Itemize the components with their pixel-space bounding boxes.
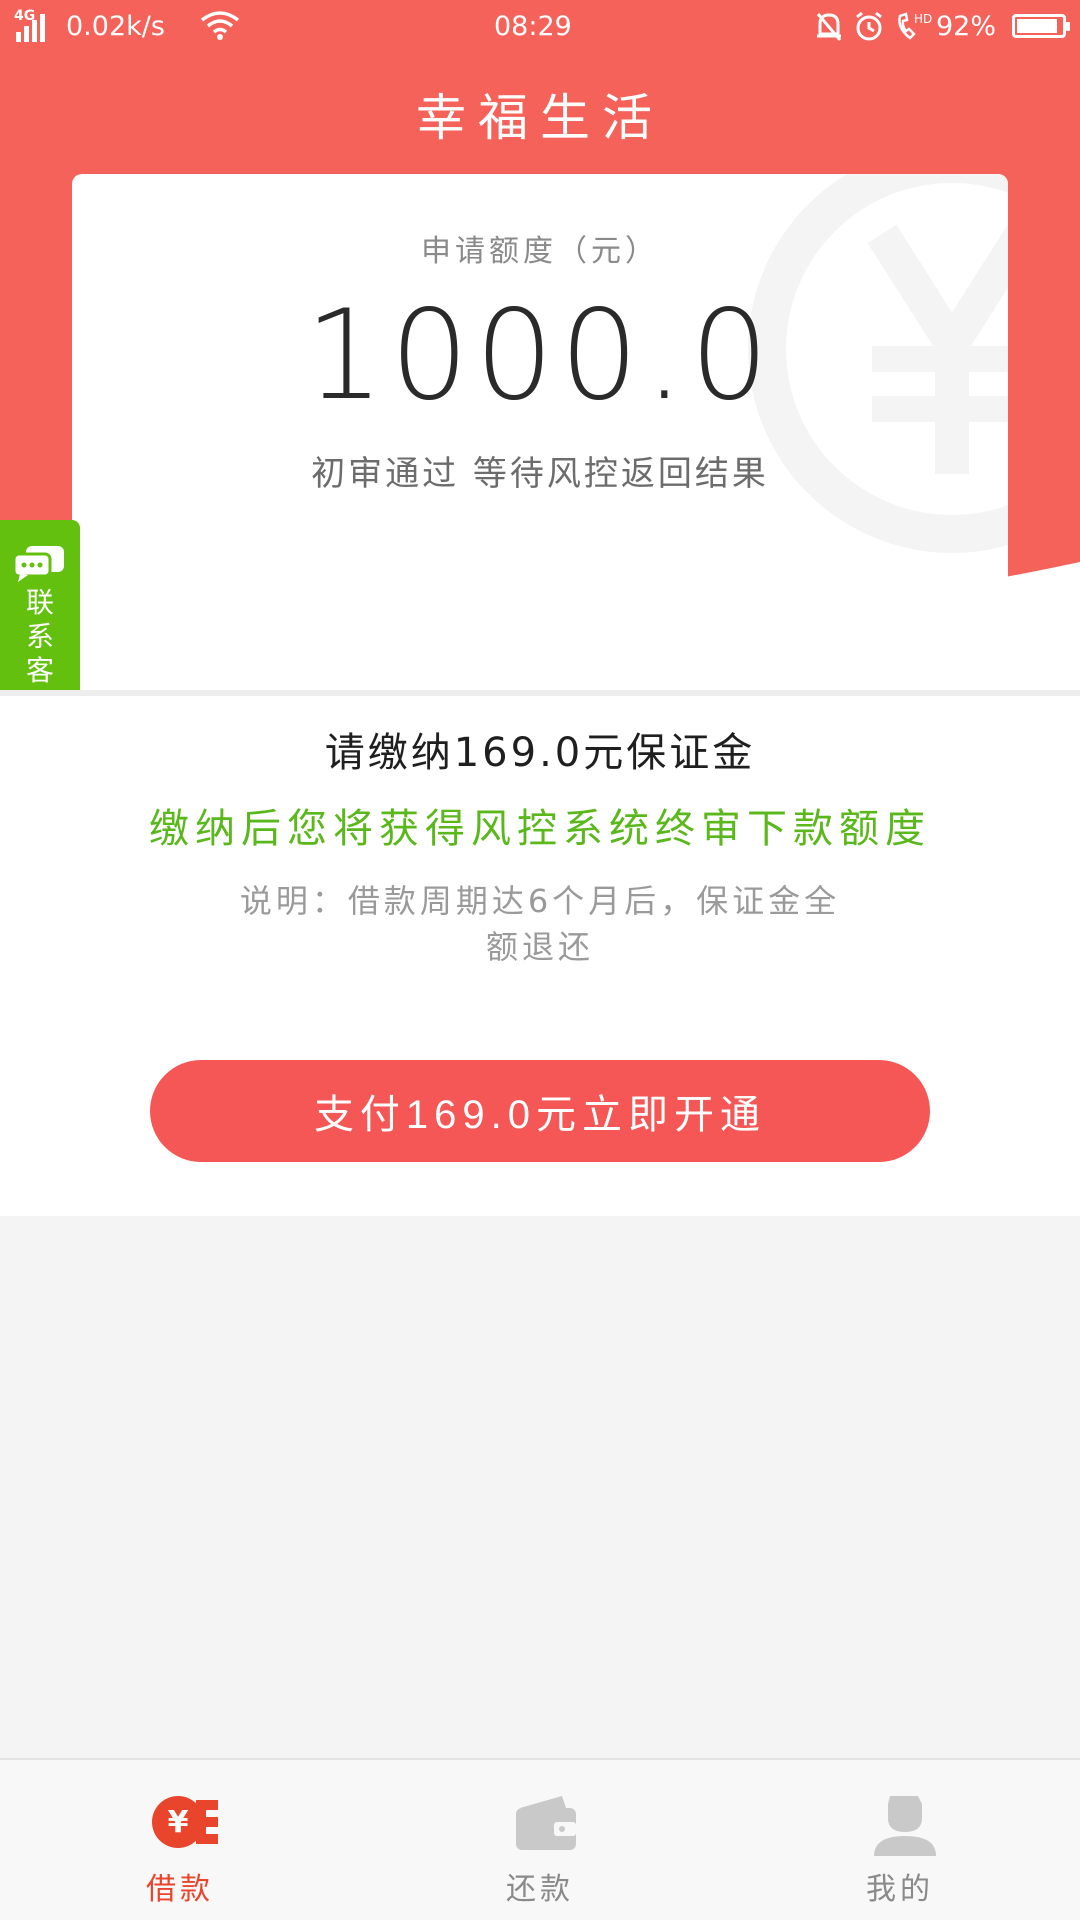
- battery-percent: 92%: [936, 11, 997, 42]
- bottom-tab-bar: ¥ 借款 还款 我的: [0, 1758, 1080, 1920]
- tab-mine[interactable]: 我的: [720, 1760, 1080, 1920]
- battery-level-fill: [1017, 19, 1057, 33]
- svg-text:HD: HD: [914, 12, 932, 26]
- signal-icon: 4G: [14, 8, 58, 42]
- status-bar: 4G 0.02k/s 08:29 HD 92%: [0, 0, 1080, 54]
- user-icon: [874, 1796, 936, 1856]
- yuan-loan-icon: ¥: [152, 1796, 218, 1848]
- svg-text:¥: ¥: [168, 1805, 189, 1840]
- deposit-benefit: 缴纳后您将获得风控系统终审下款额度: [149, 806, 931, 852]
- amount-label: 申请额度（元）: [421, 234, 659, 269]
- bell-mute-icon: [816, 13, 842, 41]
- deposit-title: 请缴纳169.0元保证金: [324, 730, 756, 776]
- pay-button[interactable]: 支付169.0元立即开通: [150, 1060, 930, 1162]
- network-speed: 0.02k/s: [66, 11, 165, 42]
- chat-icon: [12, 546, 64, 582]
- wallet-icon: [516, 1796, 576, 1850]
- header-hero: 4G 0.02k/s 08:29 HD 92% 幸福生活 申请额度（元） 100…: [0, 0, 1080, 690]
- wave-divider: [0, 562, 1080, 690]
- hd-call-icon: HD: [898, 12, 932, 40]
- tab-repay[interactable]: 还款: [360, 1760, 720, 1920]
- tab-loan-label: 借款: [146, 1872, 214, 1907]
- status-icons: HD: [814, 10, 938, 42]
- deposit-section: 请缴纳169.0元保证金 缴纳后您将获得风控系统终审下款额度 说明：借款周期达6…: [0, 690, 1080, 1216]
- deposit-note: 说明：借款周期达6个月后，保证金全额退还: [239, 882, 841, 966]
- battery-icon: [1012, 14, 1070, 38]
- app-title: 幸福生活: [416, 89, 664, 147]
- wifi-icon: [200, 11, 240, 40]
- tab-mine-label: 我的: [866, 1872, 934, 1907]
- amount-value: 1000.0: [305, 284, 775, 428]
- tab-repay-label: 还款: [506, 1872, 574, 1907]
- tab-loan[interactable]: ¥ 借款: [0, 1760, 360, 1920]
- review-status: 初审通过 等待风控返回结果: [311, 454, 769, 494]
- alarm-icon: [856, 11, 882, 41]
- status-time: 08:29: [494, 11, 572, 42]
